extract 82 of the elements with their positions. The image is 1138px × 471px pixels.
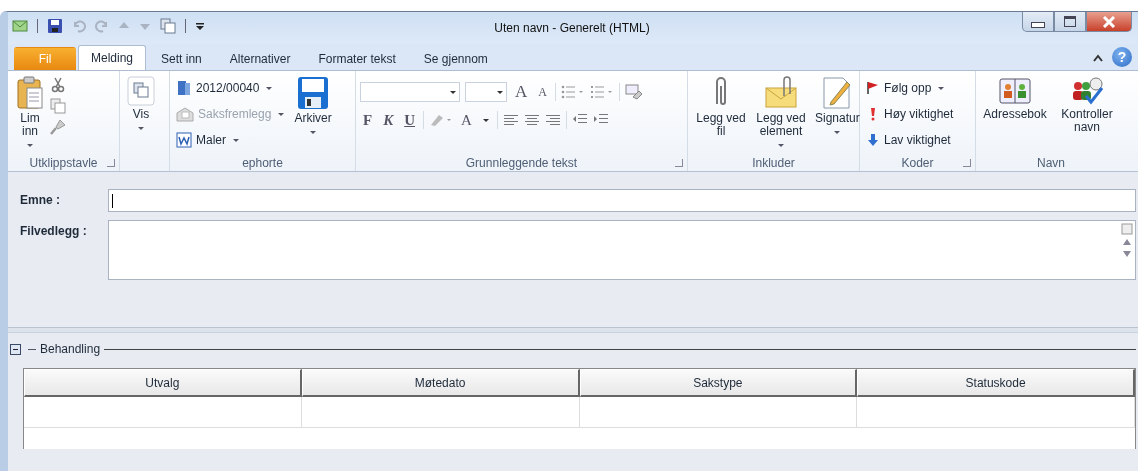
group-label: Inkluder <box>752 155 795 170</box>
column-header[interactable]: Statuskode <box>857 369 1135 397</box>
ribbon-button[interactable]: 2012/00040 <box>174 77 278 99</box>
copy-icon[interactable] <box>160 18 176 34</box>
redo-icon[interactable] <box>95 19 109 33</box>
dialog-launcher-icon[interactable] <box>963 159 971 167</box>
ribbon-tab[interactable]: Alternativer <box>216 47 304 70</box>
collapse-button[interactable] <box>10 343 21 355</box>
mailbox-icon <box>176 106 194 122</box>
highlighter-icon[interactable] <box>429 113 454 127</box>
ribbon-button[interactable]: Legg ved fil <box>692 74 750 140</box>
column-header[interactable]: Møtedato <box>301 369 580 397</box>
paste-button[interactable]: Lim inn <box>12 74 48 153</box>
align-icon[interactable] <box>523 114 540 126</box>
ribbon-button[interactable]: Maler <box>174 129 244 151</box>
ribbon-button[interactable]: Lav viktighet <box>864 129 953 151</box>
column-header[interactable]: Utvalg <box>24 369 302 397</box>
windows-icon <box>127 76 155 106</box>
copy-icon[interactable] <box>50 98 66 114</box>
group-label: Koder <box>901 155 934 170</box>
envelope-paperclip-icon <box>764 76 798 110</box>
bullet-list-icon[interactable] <box>560 85 585 99</box>
binder-icon <box>176 80 192 96</box>
close-button[interactable] <box>1086 12 1132 32</box>
undo-icon[interactable] <box>72 19 86 33</box>
eraser-icon[interactable] <box>624 84 643 100</box>
input-field[interactable] <box>108 220 1136 280</box>
ribbon-button[interactable]: Signatur <box>812 74 863 140</box>
numbered-list-icon[interactable] <box>589 85 614 99</box>
ribbon-button[interactable]: Adressebok <box>980 74 1050 123</box>
grow-font-button[interactable]: A <box>512 82 531 102</box>
field-label: Filvedlegg : <box>20 223 88 238</box>
scissors-icon[interactable] <box>50 77 66 93</box>
maximize-button[interactable] <box>1054 12 1086 32</box>
people-check-icon <box>1070 76 1104 106</box>
ribbon-button[interactable]: Kontroller navn <box>1052 74 1122 136</box>
archive-button[interactable]: Arkiver <box>291 74 335 140</box>
section-title: Behandling <box>40 342 101 356</box>
font-name-field[interactable] <box>360 82 460 102</box>
word-document-icon <box>176 132 192 148</box>
group-label: Grunnleggende tekst <box>465 155 578 170</box>
group-label: Utklippstavle <box>29 155 98 170</box>
font-size-field[interactable] <box>465 82 507 102</box>
flag-icon <box>866 81 880 95</box>
field-label: Emne : <box>20 192 61 207</box>
group-label: ephorte <box>242 155 283 170</box>
minimize-button[interactable] <box>1022 12 1054 32</box>
align-icon[interactable] <box>544 114 561 126</box>
address-book-icon <box>998 76 1032 106</box>
collapse-ribbon-icon[interactable] <box>1092 53 1104 63</box>
underline-button[interactable]: U <box>401 111 419 129</box>
ribbon-button[interactable]: Legg ved element <box>752 74 810 153</box>
input-field[interactable] <box>108 189 1136 212</box>
ribbon-button[interactable]: Høy viktighet <box>864 103 956 125</box>
ribbon-tab[interactable]: Melding <box>78 45 147 70</box>
close-icon <box>1102 15 1116 28</box>
align-icon[interactable] <box>502 114 519 126</box>
splitter-handle[interactable] <box>8 327 1138 333</box>
clipboard-icon <box>16 76 44 110</box>
dialog-launcher-icon[interactable] <box>107 159 115 167</box>
scroll-down-icon[interactable] <box>1121 249 1133 259</box>
window-title: Uten navn - Generelt (HTML) <box>493 20 651 35</box>
scroll-up-icon[interactable] <box>1121 237 1133 247</box>
square-icon[interactable] <box>1121 223 1133 235</box>
shrink-font-button[interactable]: A <box>535 84 550 100</box>
dialog-launcher-icon[interactable] <box>675 159 683 167</box>
view-button[interactable]: Vis <box>124 74 158 136</box>
ribbon-tab[interactable]: Se gjennom <box>410 47 501 70</box>
scrollbar[interactable] <box>1121 223 1133 259</box>
font-color-button[interactable]: A <box>458 111 475 129</box>
save-icon[interactable] <box>47 18 63 34</box>
envelope-icon[interactable] <box>12 19 28 33</box>
ribbon-button[interactable]: Følg opp <box>864 77 950 99</box>
bold-button[interactable]: F <box>360 111 376 129</box>
column-header[interactable]: Sakstype <box>579 369 858 397</box>
italic-button[interactable]: K <box>380 111 397 129</box>
customize-icon[interactable] <box>195 20 205 32</box>
ribbon-tab[interactable]: Formater tekst <box>305 47 409 70</box>
ribbon-tab[interactable]: Sett inn <box>148 47 215 70</box>
down-arrow-icon <box>866 133 880 147</box>
brush-icon[interactable] <box>50 119 66 135</box>
group-label: Navn <box>1037 155 1065 170</box>
